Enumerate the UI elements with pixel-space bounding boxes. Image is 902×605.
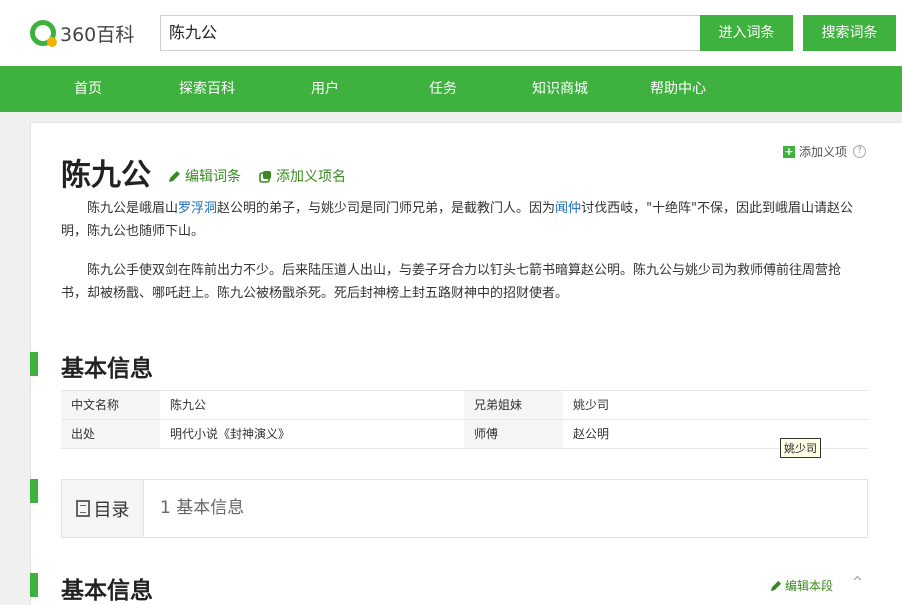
edit-entry-label: 编辑词条 [185, 169, 241, 185]
catalog-label-text: 目录 [93, 499, 130, 521]
catalog-label: 目录 [62, 480, 144, 537]
info-value: 陈九公 [170, 398, 207, 412]
nav-item-help[interactable]: 帮助中心 [643, 66, 713, 112]
pencil-icon [770, 580, 782, 591]
luofudong-link[interactable]: 罗浮洞 [178, 201, 217, 216]
info-value: 姚少司 [573, 398, 610, 412]
info-value: 赵公明 [573, 427, 610, 441]
nav-item-home[interactable]: 首页 [60, 66, 116, 112]
nav-item-store[interactable]: 知识商城 [525, 66, 595, 112]
edit-section-label: 编辑本段 [785, 579, 834, 593]
add-sense-name-label: 添加义项名 [276, 169, 346, 185]
nav-item-tasks[interactable]: 任务 [415, 66, 471, 112]
info-key: 中文名称 [61, 391, 160, 419]
basic-info-table: 中文名称 陈九公 兄弟姐妹 姚少司 出处 明代小说《封神演义》 师傅 赵公明 [61, 390, 868, 449]
p1-text-a: 陈九公是峨眉山 [87, 201, 179, 216]
logo[interactable]: 360百科 [30, 18, 134, 48]
edit-entry-link[interactable]: 编辑词条 [168, 166, 241, 186]
table-row: 中文名称 陈九公 兄弟姐妹 姚少司 [61, 391, 868, 420]
summary-paragraph-2: 陈九公手使双剑在阵前出力不少。后来陆压道人出山，与姜子牙合力以钉头七箭书暗算赵公… [61, 263, 842, 301]
info-key: 出处 [61, 420, 160, 448]
basic-info-heading-2: 基本信息 [61, 578, 153, 604]
copy-icon [259, 170, 271, 183]
section-marker [30, 352, 38, 376]
p1-text-b: 赵公明的弟子，与姚少司是同门师兄弟，是截教门人。因为 [217, 201, 556, 216]
add-sense-button[interactable]: + 添加义项 ? [783, 143, 867, 160]
info-key: 兄弟姐妹 [464, 391, 563, 419]
collapse-icon[interactable]: ^ [852, 575, 863, 590]
add-sense-label: 添加义项 [799, 145, 848, 159]
search-entry-button[interactable]: 搜索词条 [803, 15, 896, 51]
document-icon [75, 500, 90, 517]
page-title: 陈九公 [61, 158, 151, 193]
table-row: 出处 明代小说《封神演义》 师傅 赵公明 [61, 420, 868, 449]
info-key: 师傅 [464, 420, 563, 448]
catalog-item-basic-info[interactable]: 1 基本信息 [144, 480, 244, 537]
header: 360百科 陈九公 进入词条 搜索词条 [0, 0, 902, 66]
main-nav: 首页 探索百科 用户 任务 知识商城 帮助中心 [0, 66, 902, 112]
nav-item-users[interactable]: 用户 [297, 66, 353, 112]
plus-icon: + [783, 144, 795, 158]
section-marker [30, 479, 38, 503]
catalog-box: 目录 1 基本信息 [61, 479, 868, 538]
help-icon[interactable]: ? [853, 145, 867, 158]
logo-icon [30, 20, 57, 47]
basic-info-heading: 基本信息 [61, 356, 153, 382]
search-input[interactable]: 陈九公 [160, 15, 701, 51]
logo-text: 360百科 [60, 23, 135, 46]
summary-paragraph-1: 陈九公是峨眉山罗浮洞赵公明的弟子，与姚少司是同门师兄弟，是截教门人。因为闻仲讨伐… [61, 197, 861, 243]
pencil-icon [169, 170, 180, 182]
enter-entry-button[interactable]: 进入词条 [700, 15, 793, 51]
info-value: 明代小说《封神演义》 [170, 427, 291, 441]
wenzhong-link[interactable]: 闻仲 [555, 201, 581, 216]
add-sense-name-link[interactable]: 添加义项名 [259, 166, 346, 186]
section-marker [30, 573, 38, 597]
nav-item-explore[interactable]: 探索百科 [172, 66, 242, 112]
edit-section-link[interactable]: 编辑本段 [770, 577, 833, 594]
tooltip: 姚少司 [780, 438, 821, 458]
